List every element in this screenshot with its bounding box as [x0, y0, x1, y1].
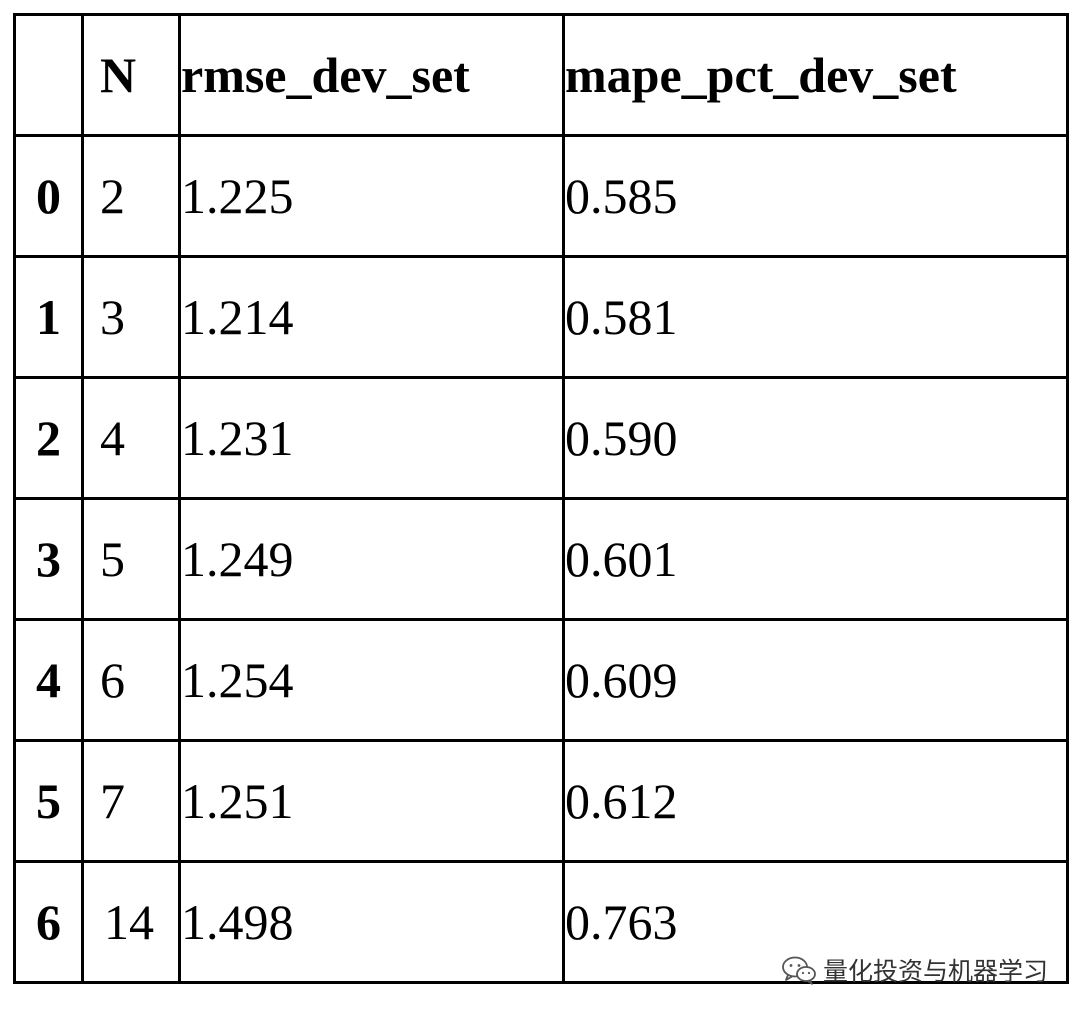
cell-rmse: 1.251	[178, 739, 565, 863]
table-row: 5 7 1.251 0.612	[13, 739, 1069, 863]
cell-n: 4	[81, 376, 181, 500]
header-rmse: rmse_dev_set	[178, 13, 565, 137]
cell-mape: 0.581	[562, 255, 1069, 379]
watermark: 量化投资与机器学习	[781, 952, 1048, 988]
table-row: 1 3 1.214 0.581	[13, 255, 1069, 379]
header-n: N	[81, 13, 181, 137]
cell-mape: 0.609	[562, 618, 1069, 742]
cell-rmse: 1.498	[178, 860, 565, 984]
row-index: 0	[13, 134, 84, 258]
results-table: N rmse_dev_set mape_pct_dev_set 0 2 1.22…	[13, 13, 1069, 984]
row-index: 6	[13, 860, 84, 984]
table-row: 0 2 1.225 0.585	[13, 134, 1069, 258]
table-row: 2 4 1.231 0.590	[13, 376, 1069, 500]
cell-n: 14	[81, 860, 181, 984]
wechat-icon	[782, 956, 816, 985]
cell-mape: 0.601	[562, 497, 1069, 621]
header-mape: mape_pct_dev_set	[562, 13, 1069, 137]
cell-mape: 0.585	[562, 134, 1069, 258]
cell-n: 6	[81, 618, 181, 742]
cell-rmse: 1.254	[178, 618, 565, 742]
cell-n: 3	[81, 255, 181, 379]
row-index: 1	[13, 255, 84, 379]
header-index	[13, 13, 84, 137]
row-index: 2	[13, 376, 84, 500]
cell-rmse: 1.225	[178, 134, 565, 258]
cell-mape: 0.590	[562, 376, 1069, 500]
cell-mape: 0.612	[562, 739, 1069, 863]
row-index: 3	[13, 497, 84, 621]
cell-n: 5	[81, 497, 181, 621]
cell-rmse: 1.231	[178, 376, 565, 500]
row-index: 5	[13, 739, 84, 863]
watermark-text: 量化投资与机器学习	[822, 957, 1048, 986]
cell-n: 7	[81, 739, 181, 863]
row-index: 4	[13, 618, 84, 742]
table-row: 4 6 1.254 0.609	[13, 618, 1069, 742]
cell-n: 2	[81, 134, 181, 258]
cell-rmse: 1.249	[178, 497, 565, 621]
table-row: 3 5 1.249 0.601	[13, 497, 1069, 621]
header-row: N rmse_dev_set mape_pct_dev_set	[13, 13, 1069, 137]
cell-rmse: 1.214	[178, 255, 565, 379]
